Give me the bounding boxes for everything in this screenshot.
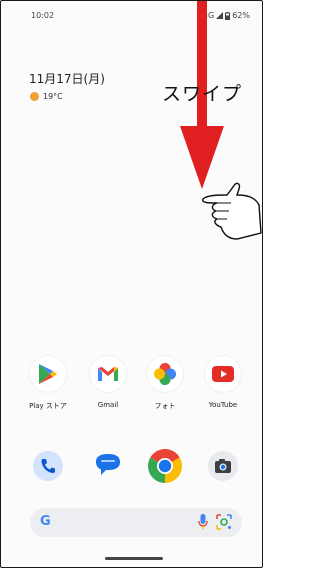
- battery-percent: 62%: [232, 11, 250, 20]
- dock-chrome[interactable]: [137, 447, 193, 485]
- app-label: フォト: [154, 402, 176, 410]
- app-youtube[interactable]: YouTube: [195, 356, 251, 409]
- lens-icon[interactable]: [216, 514, 232, 530]
- app-gmail[interactable]: Gmail: [80, 356, 136, 409]
- youtube-icon: [212, 366, 234, 382]
- status-time: 10:02: [31, 11, 55, 20]
- dock-camera[interactable]: [195, 447, 251, 485]
- app-play-store[interactable]: Play ストア: [20, 356, 76, 411]
- search-bar[interactable]: G: [30, 508, 242, 537]
- mic-icon[interactable]: [198, 514, 208, 530]
- date-widget[interactable]: 11月17日(月): [29, 70, 105, 87]
- app-label: YouTube: [208, 401, 238, 409]
- gesture-nav-bar[interactable]: [105, 557, 163, 560]
- app-label: Gmail: [97, 401, 119, 409]
- play-store-icon: [39, 364, 57, 384]
- phone-icon: [33, 451, 63, 481]
- sun-icon: [30, 92, 39, 101]
- google-logo-icon: G: [40, 514, 51, 529]
- swipe-label: スワイプ: [162, 83, 243, 105]
- camera-icon: [208, 451, 238, 481]
- chrome-icon: [148, 449, 182, 483]
- dock-phone[interactable]: [20, 447, 76, 485]
- pointing-hand-icon: [201, 182, 262, 240]
- app-photos[interactable]: フォト: [137, 356, 193, 411]
- gmail-icon: [98, 367, 118, 381]
- dock-messages[interactable]: [80, 447, 136, 485]
- photos-icon: [154, 363, 176, 385]
- messages-icon: [96, 454, 120, 475]
- home-screen: 10:02 5G 62% 11月17日(月) 19°C スワイプ Play スト…: [0, 0, 263, 568]
- app-label: Play ストア: [29, 402, 67, 410]
- temperature: 19°C: [43, 92, 63, 101]
- weather-widget[interactable]: 19°C: [30, 92, 63, 101]
